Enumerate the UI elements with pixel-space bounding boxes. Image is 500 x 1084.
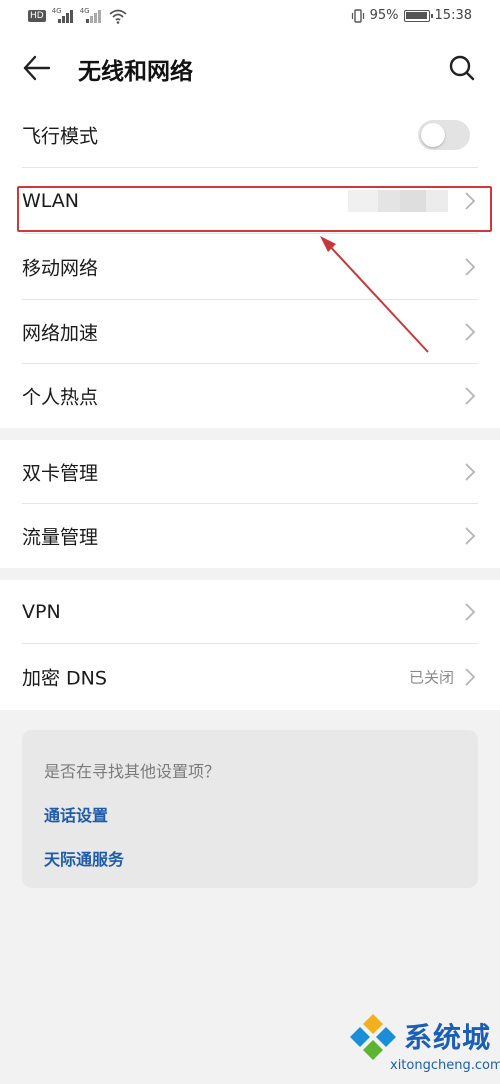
wifi-icon [109,9,127,24]
hd-badge: HD [28,10,46,22]
chevron-right-icon [465,258,476,276]
search-icon[interactable] [448,54,476,82]
private-dns-row[interactable]: 加密 DNS 已关闭 [0,644,500,710]
private-dns-label: 加密 DNS [22,667,107,690]
network-boost-row[interactable]: 网络加速 [0,300,500,364]
wlan-row[interactable]: WLAN [0,168,500,234]
battery-percent: 95% [369,8,399,23]
chevron-right-icon [465,668,476,686]
hotspot-label: 个人热点 [22,386,99,409]
section-connectivity: 飞行模式 WLAN 移动网络 网络加速 个人热点 [0,102,500,428]
vpn-row[interactable]: VPN [0,580,500,644]
wlan-label: WLAN [22,190,80,212]
wlan-network-name-blurred [348,190,448,212]
status-bar: HD 4G 4G 95% 15:38 [0,0,500,34]
status-right: 95% 15:38 [351,8,472,23]
mobile-network-row[interactable]: 移动网络 [0,234,500,300]
watermark: 系统城 xitongcheng.com [346,1012,500,1082]
hotspot-row[interactable]: 个人热点 [0,364,500,428]
data-usage-row[interactable]: 流量管理 [0,504,500,568]
private-dns-status: 已关闭 [408,668,454,687]
page-title: 无线和网络 [78,59,193,85]
dual-sim-row[interactable]: 双卡管理 [0,440,500,504]
chevron-right-icon [465,603,476,621]
clock: 15:38 [434,8,472,23]
chevron-right-icon [465,323,476,341]
data-usage-label: 流量管理 [22,526,99,549]
section-vpn-dns: VPN 加密 DNS 已关闭 [0,580,500,710]
mobile-network-label: 移动网络 [22,257,99,280]
vibrate-icon [351,8,364,23]
suggestion-question: 是否在寻找其他设置项？ [44,762,221,781]
chevron-right-icon [465,192,476,210]
watermark-url: xitongcheng.com [390,1058,500,1073]
airplane-mode-label: 飞行模式 [22,125,99,148]
tianjitong-service-link[interactable]: 天际通服务 [44,846,124,870]
airplane-mode-toggle[interactable] [418,120,470,150]
suggestion-card: 是否在寻找其他设置项？ 通话设置 天际通服务 [22,730,478,888]
chevron-right-icon [465,527,476,545]
call-settings-link[interactable]: 通话设置 [44,802,108,826]
app-header: 无线和网络 [0,34,500,102]
signal-icon: 4G [52,7,74,23]
battery-icon [403,9,433,22]
airplane-mode-row[interactable]: 飞行模式 [0,102,500,168]
section-sim: 双卡管理 流量管理 [0,440,500,568]
signal-icon-2: 4G [80,7,102,23]
chevron-right-icon [465,387,476,405]
chevron-right-icon [465,463,476,481]
vpn-label: VPN [22,601,61,623]
network-boost-label: 网络加速 [22,322,99,345]
back-arrow-icon[interactable] [22,54,52,82]
dual-sim-label: 双卡管理 [22,462,99,485]
watermark-brand: 系统城 [404,1021,492,1054]
status-left: HD 4G 4G [28,7,128,24]
